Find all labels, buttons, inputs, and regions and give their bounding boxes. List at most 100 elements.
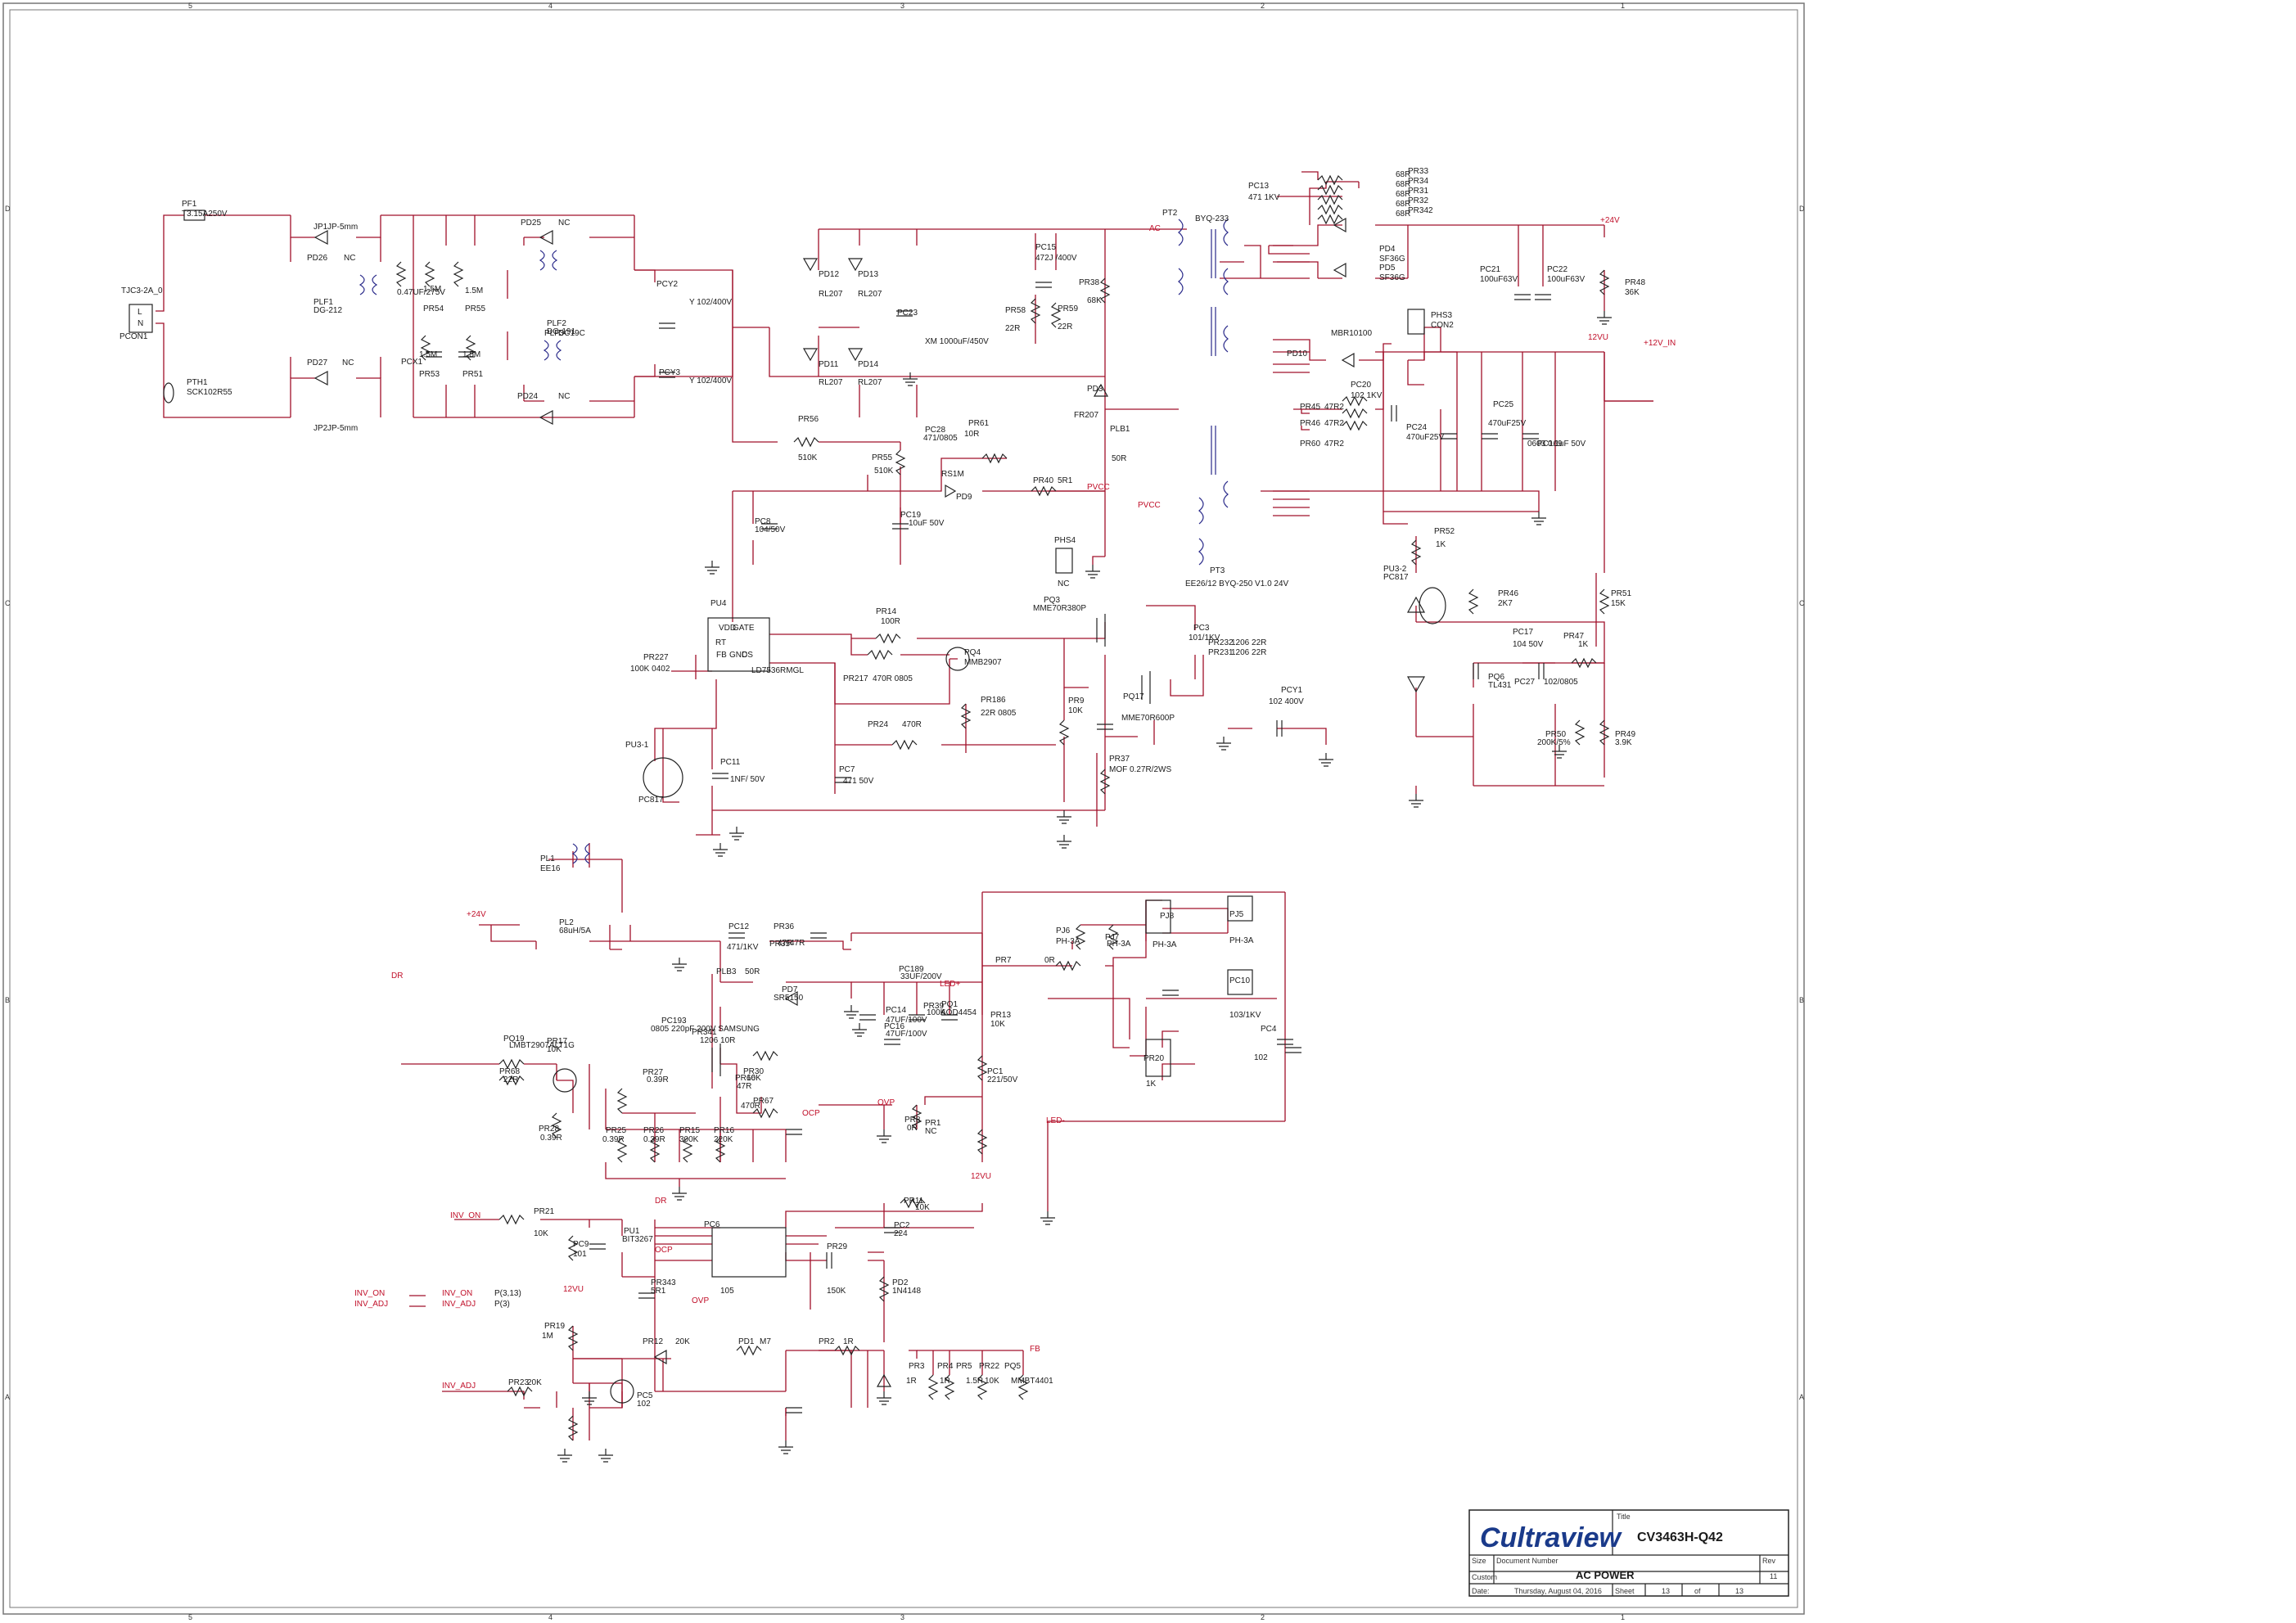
ground-icon — [1057, 810, 1071, 824]
component-label: PF1 — [182, 200, 197, 209]
component-label: MMB2907 — [964, 658, 1002, 667]
component-label: PR33 — [1408, 167, 1428, 176]
doc-number-value: AC POWER — [1576, 1569, 1635, 1581]
component-label: PR24 — [868, 720, 888, 729]
frame-row-letter: D — [1799, 205, 1805, 213]
component-label: PR7 — [995, 956, 1012, 965]
component-label: 68R — [1396, 210, 1410, 219]
ground-icon — [1216, 737, 1231, 751]
component-label: PR61 — [968, 419, 989, 428]
component-label: 20K — [675, 1337, 690, 1346]
component-label: 150K — [827, 1287, 846, 1296]
component-label: PR37 — [1109, 755, 1130, 764]
component-label: TL431 — [1488, 681, 1512, 690]
component-label: PC23 — [897, 309, 918, 318]
component-label: NC — [925, 1127, 936, 1136]
component-label: 47UF/100V — [886, 1030, 927, 1039]
frame-zone-marks: 5544332211D DC CB BA A — [5, 2, 1805, 1621]
component-label: PC6 — [704, 1220, 720, 1229]
frame-row-letter: C — [1799, 599, 1805, 607]
component-label: PR342 — [1408, 206, 1433, 215]
frame-column-number: 3 — [900, 1613, 904, 1621]
ground-icon — [672, 958, 687, 972]
document-title: CV3463H-Q42 — [1637, 1531, 1723, 1544]
component-label: PLB1 — [1110, 425, 1130, 434]
component-label: PR54 — [423, 304, 444, 313]
offpage-connector: INV_ADJ — [354, 1300, 388, 1309]
drawing-border — [9, 9, 1798, 1608]
component-label: PC817 — [1383, 573, 1409, 582]
offpage-arrow — [409, 1295, 426, 1307]
component-label: 470R — [902, 720, 922, 729]
offpage-connector: P(3) — [494, 1300, 510, 1309]
wiring — [156, 171, 1653, 1440]
frame-column-number: 1 — [1621, 2, 1625, 10]
net-label: LED- — [1046, 1116, 1065, 1125]
component-label: PD11 — [819, 360, 839, 369]
component-label: PD9 — [956, 493, 972, 502]
component-label: 1R — [906, 1377, 917, 1386]
component-label: 0R — [1044, 956, 1055, 965]
component-label: PR52 — [1434, 527, 1455, 536]
component-label: PD26 — [307, 254, 327, 263]
frame-row-letter: A — [1799, 1393, 1804, 1401]
component-label: 47R2 — [1324, 403, 1344, 412]
component-label: 1206 22R — [1231, 638, 1266, 647]
net-label: +24V — [1600, 216, 1620, 225]
component-label: 221/50V — [987, 1075, 1018, 1084]
size-value: Custom — [1472, 1573, 1497, 1581]
component-label: Y 102/400V — [689, 376, 732, 385]
connector-phs4-symbol — [1055, 548, 1073, 574]
component-label: PR13 — [990, 1011, 1011, 1020]
component-label: PR59 — [1058, 304, 1078, 313]
component-label: PR34 — [1408, 177, 1428, 186]
component-label: DG-212 — [314, 306, 342, 315]
component-label: RL207 — [858, 378, 882, 387]
component-label: PR22 — [979, 1362, 999, 1371]
ground-icon — [903, 372, 918, 386]
component-label: 47R — [737, 1082, 751, 1091]
ground-icon — [1085, 565, 1100, 579]
component-label: 300K — [679, 1135, 699, 1144]
net-label: OCP — [802, 1109, 820, 1118]
net-label: OVP — [692, 1296, 709, 1305]
frame-column-number: 1 — [1621, 1613, 1625, 1621]
component-label: PH-3A — [1107, 940, 1131, 949]
component-label: PD1 — [738, 1337, 755, 1346]
frame-row-letter: D — [5, 205, 11, 213]
component-label: Y 102/400V — [689, 298, 732, 307]
frame-column-number: 2 — [1261, 1613, 1265, 1621]
component-label: PQ4 — [964, 648, 981, 657]
component-label: NC — [1058, 579, 1069, 588]
component-label: PL1 — [540, 854, 555, 863]
component-label: PD10 — [1287, 349, 1307, 358]
component-label: 47R2 — [1324, 419, 1344, 428]
ground-icon — [729, 827, 744, 841]
frame-row-letter: B — [1799, 996, 1804, 1004]
component-label: PR28 — [539, 1125, 559, 1134]
component-label: PR48 — [1625, 278, 1645, 287]
net-label: PVCC — [1087, 483, 1110, 492]
component-label: 471/1KV — [727, 943, 759, 952]
ground-icon — [713, 843, 728, 857]
net-labels: +24V 12VU +12V_IN +24V DR LED+ LED- OVP OCP 12VU I… — [391, 216, 1676, 1391]
component-label: 22R — [1058, 322, 1072, 331]
component-label: 471/0805 — [923, 434, 958, 443]
component-label: T3.15A250V — [182, 210, 228, 219]
component-label: MME70R380P — [1033, 604, 1086, 613]
component-label: NC — [342, 358, 354, 367]
component-label: PU3-1 — [625, 741, 649, 750]
component-label: CS — [742, 651, 753, 660]
component-label: PT2 — [1162, 209, 1178, 218]
net-label: LED+ — [940, 980, 960, 989]
ground-icon — [1531, 512, 1546, 525]
frame-column-number: 2 — [1261, 2, 1265, 10]
component-label: PR25 — [606, 1126, 626, 1135]
component-label: 220K — [714, 1135, 733, 1144]
component-labels: PF1T3.15A250V TJC3-2A_0 PCON1 LN PTH1SCK102R… — [120, 167, 1645, 1409]
capacitor-symbols — [426, 282, 1551, 1413]
component-label: 104/50V — [755, 525, 786, 534]
net-label: INV_ADJ — [442, 1382, 476, 1391]
component-label: 101 — [573, 1250, 587, 1259]
component-label: PR232 — [1208, 638, 1234, 647]
